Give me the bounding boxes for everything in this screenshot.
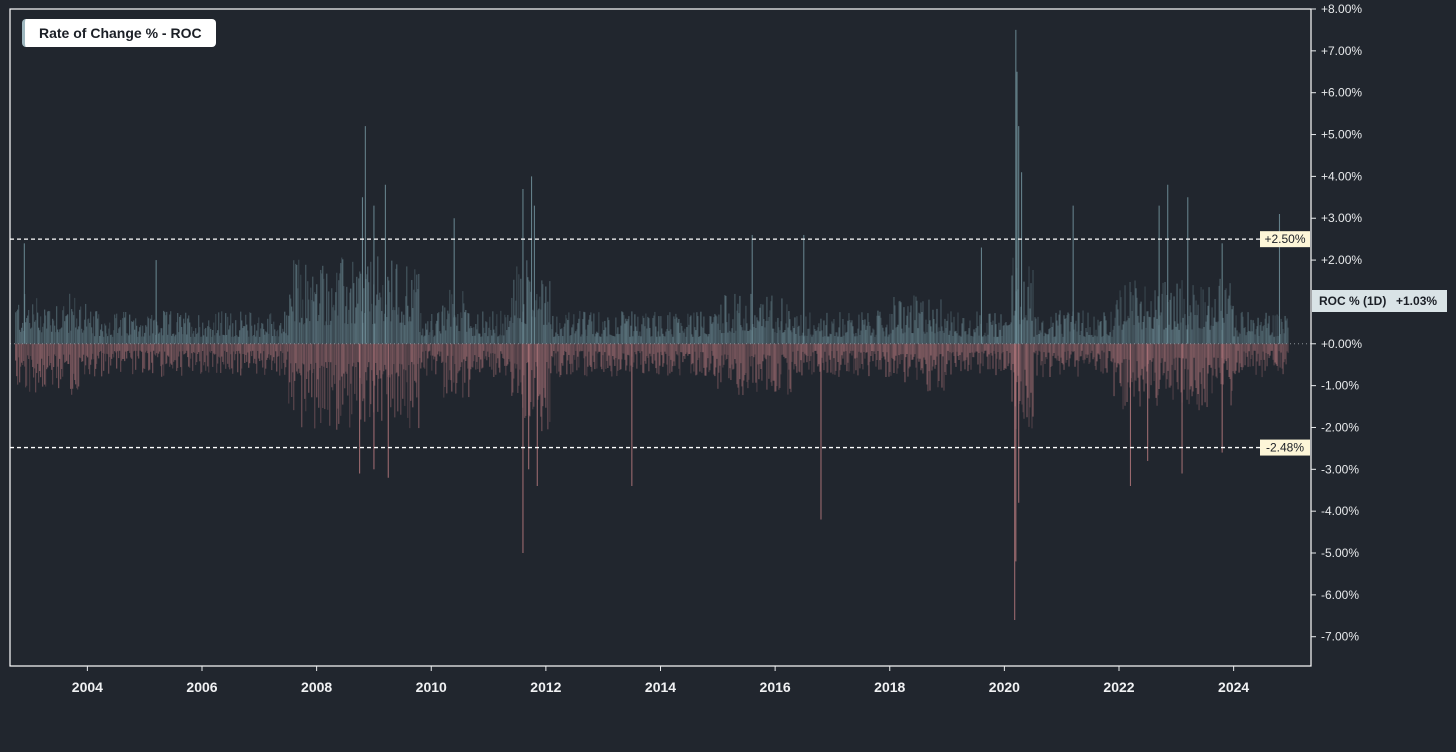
y-tick-label: +6.00% <box>1321 86 1362 100</box>
y-tick-label: -7.00% <box>1321 630 1359 644</box>
y-tick-label: -5.00% <box>1321 546 1359 560</box>
y-tick-label: -1.00% <box>1321 379 1359 393</box>
x-tick-label: 2010 <box>416 679 447 695</box>
y-tick-label: +3.00% <box>1321 211 1362 225</box>
current-roc-label: ROC % (1D) +1.03% <box>1312 290 1447 312</box>
reference-label: -2.48% <box>1266 441 1304 455</box>
x-tick-label: 2022 <box>1103 679 1134 695</box>
x-tick-label: 2024 <box>1218 679 1249 695</box>
y-axis: +8.00% +7.00% +6.00% +5.00% +4.00% +3.00% +2.0… <box>1311 2 1362 644</box>
y-tick-label: +2.00% <box>1321 253 1362 267</box>
y-tick-label: -3.00% <box>1321 462 1359 476</box>
x-tick-label: 2012 <box>530 679 561 695</box>
y-tick-label: +7.00% <box>1321 44 1362 58</box>
current-roc-value: +1.03% <box>1396 294 1437 308</box>
y-tick-label: +0.00% <box>1321 337 1362 351</box>
y-tick-label: +5.00% <box>1321 128 1362 142</box>
y-tick-label: -4.00% <box>1321 504 1359 518</box>
current-roc-name: ROC % (1D) <box>1319 294 1386 308</box>
indicator-legend-badge[interactable]: Rate of Change % - ROC <box>22 19 216 47</box>
x-tick-label: 2014 <box>645 679 676 695</box>
reference-label: +2.50% <box>1264 232 1305 246</box>
x-tick-label: 2006 <box>186 679 217 695</box>
indicator-legend-title: Rate of Change % - ROC <box>39 25 202 41</box>
y-tick-label: -2.00% <box>1321 420 1359 434</box>
x-tick-label: 2008 <box>301 679 332 695</box>
y-tick-label: -6.00% <box>1321 588 1359 602</box>
x-tick-label: 2016 <box>760 679 791 695</box>
y-tick-label: +8.00% <box>1321 2 1362 16</box>
roc-chart: +2.50% -2.48% +8.00% +7.00% +6.00% +5.00% +4.… <box>9 2 1447 695</box>
roc-bars <box>15 29 1289 620</box>
y-tick-label: +4.00% <box>1321 169 1362 183</box>
x-axis: 2004 2006 2008 2010 2012 2014 2016 2018 2020 2022… <box>72 666 1249 695</box>
x-tick-label: 2004 <box>72 679 103 695</box>
x-tick-label: 2018 <box>874 679 905 695</box>
x-tick-label: 2020 <box>989 679 1020 695</box>
